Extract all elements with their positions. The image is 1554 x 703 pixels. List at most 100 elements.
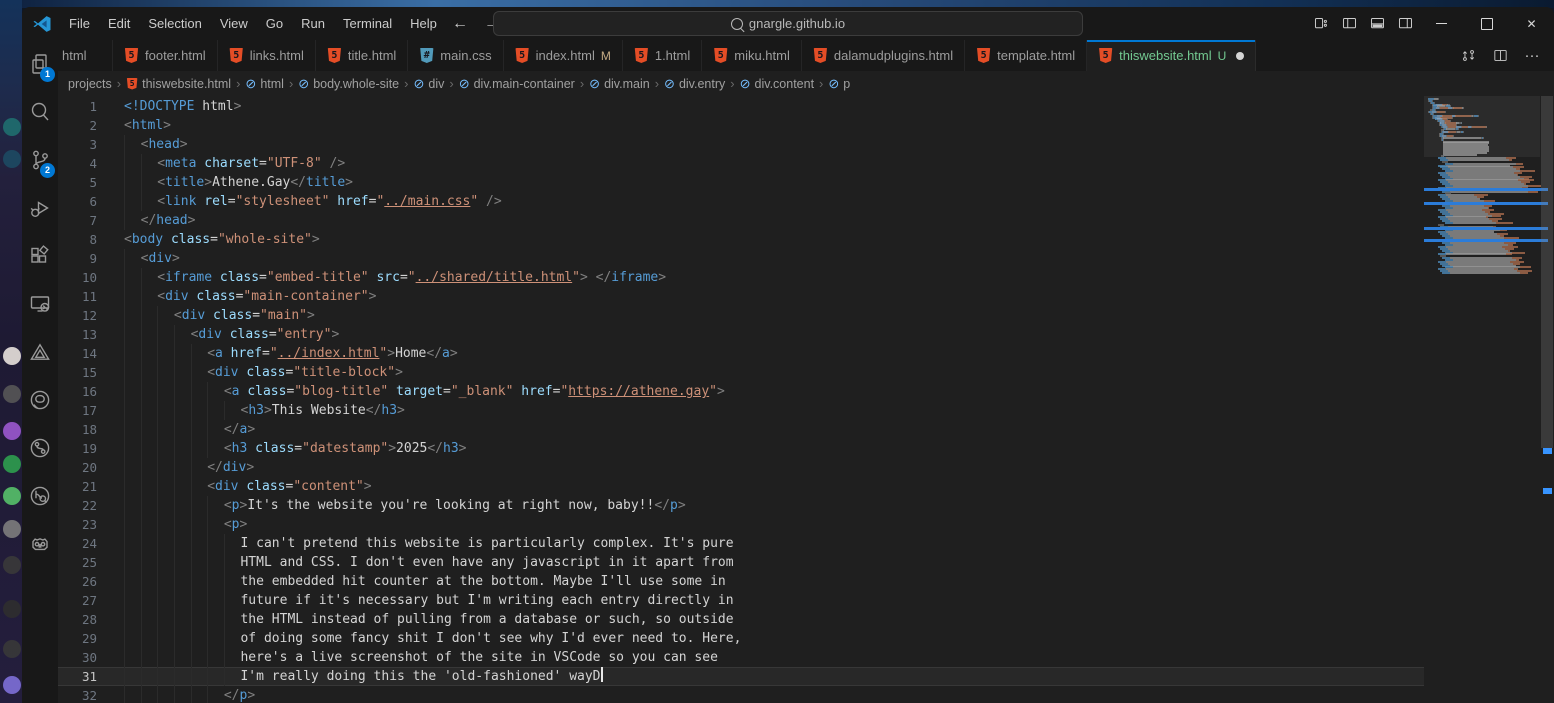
breadcrumb-item[interactable]: ⊘body.whole-site: [298, 77, 399, 91]
tab-title-html[interactable]: 5title.html: [316, 40, 408, 71]
minimap-slider[interactable]: [1424, 96, 1540, 157]
code-line[interactable]: 1<!DOCTYPE html>: [58, 97, 1424, 116]
code-line[interactable]: 29of doing some fancy shit I don't see w…: [58, 629, 1424, 648]
menu-item-run[interactable]: Run: [292, 7, 334, 40]
menu-item-go[interactable]: Go: [257, 7, 292, 40]
breadcrumb-item[interactable]: 5thiswebsite.html: [126, 77, 231, 91]
code-line[interactable]: 6<link rel="stylesheet" href="../main.cs…: [58, 192, 1424, 211]
indent-guide: [141, 420, 158, 439]
activity-item-source-control[interactable]: 2: [22, 136, 58, 184]
indent-guide: [174, 401, 191, 420]
tab-dalamudplugins-html[interactable]: 5dalamudplugins.html: [802, 40, 965, 71]
code-line[interactable]: 27future if it's necessary but I'm writi…: [58, 591, 1424, 610]
code-line[interactable]: 15<div class="title-block">: [58, 363, 1424, 382]
activity-item-triangle-extension[interactable]: [22, 328, 58, 376]
line-number: 15: [58, 363, 97, 382]
breadcrumb-item[interactable]: ⊘div.content: [740, 77, 814, 91]
code-line[interactable]: 30here's a live screenshot of the site i…: [58, 648, 1424, 667]
breadcrumb-item[interactable]: ⊘div: [413, 77, 444, 91]
code-line[interactable]: 31I'm really doing this the 'old-fashion…: [58, 667, 1424, 686]
code-line[interactable]: 23<p>: [58, 515, 1424, 534]
breadcrumb-item[interactable]: ⊘html: [245, 77, 284, 91]
breadcrumb-item[interactable]: ⊘div.main-container: [459, 77, 575, 91]
menu-item-terminal[interactable]: Terminal: [334, 7, 401, 40]
activity-item-github[interactable]: [22, 376, 58, 424]
indent-guide: [124, 458, 141, 477]
activity-item-remote-explorer[interactable]: [22, 280, 58, 328]
code-line[interactable]: 19<h3 class="datestamp">2025</h3>: [58, 439, 1424, 458]
tab-main-css[interactable]: #main.css: [408, 40, 503, 71]
code-line[interactable]: 18</a>: [58, 420, 1424, 439]
code-line[interactable]: 11<div class="main-container">: [58, 287, 1424, 306]
code-line[interactable]: 3<head>: [58, 135, 1424, 154]
toggle-primary-sidebar-button[interactable]: [1335, 7, 1363, 40]
code-line[interactable]: 26the embedded hit counter at the bottom…: [58, 572, 1424, 591]
customize-layout-button[interactable]: [1307, 7, 1335, 40]
code-line[interactable]: 25HTML and CSS. I don't even have any ja…: [58, 553, 1424, 572]
tab-html[interactable]: html: [58, 40, 113, 71]
indent-guide: [174, 572, 191, 591]
code-line[interactable]: 13<div class="entry">: [58, 325, 1424, 344]
tab-footer-html[interactable]: 5footer.html: [113, 40, 218, 71]
menu-item-edit[interactable]: Edit: [99, 7, 139, 40]
code-editor[interactable]: 1<!DOCTYPE html>2<html>3<head>4<meta cha…: [58, 96, 1554, 703]
activity-item-git-graph[interactable]: [22, 424, 58, 472]
indent-guide: [141, 458, 158, 477]
code-line[interactable]: 2<html>: [58, 116, 1424, 135]
code-line[interactable]: 17<h3>This Website</h3>: [58, 401, 1424, 420]
menu-item-file[interactable]: File: [60, 7, 99, 40]
tab-links-html[interactable]: 5links.html: [218, 40, 316, 71]
activity-badge: 2: [40, 163, 55, 178]
activity-item-gitlens[interactable]: [22, 472, 58, 520]
tab-index-html[interactable]: 5index.htmlM: [504, 40, 623, 71]
search-command-center[interactable]: gnargle.github.io: [493, 11, 1083, 36]
code-line[interactable]: 22<p>It's the website you're looking at …: [58, 496, 1424, 515]
indent-guide: [124, 572, 141, 591]
back-button[interactable]: ←: [452, 15, 468, 33]
breadcrumb-item[interactable]: projects: [68, 77, 112, 91]
activity-item-search[interactable]: [22, 88, 58, 136]
toggle-panel-button[interactable]: [1363, 7, 1391, 40]
more-actions-button[interactable]: ···: [1520, 44, 1544, 68]
editor-actions: ···: [1446, 40, 1554, 71]
tab-1-html[interactable]: 51.html: [623, 40, 702, 71]
tab-miku-html[interactable]: 5miku.html: [702, 40, 802, 71]
tab-thiswebsite-html[interactable]: 5thiswebsite.htmlU: [1087, 40, 1256, 71]
code-text: <title>Athene.Gay</title>: [157, 173, 353, 192]
activity-item-extensions[interactable]: [22, 232, 58, 280]
code-line[interactable]: 4<meta charset="UTF-8" />: [58, 154, 1424, 173]
tab-template-html[interactable]: 5template.html: [965, 40, 1087, 71]
close-button[interactable]: ✕: [1509, 7, 1554, 40]
code-line[interactable]: 7</head>: [58, 211, 1424, 230]
code-line[interactable]: 8<body class="whole-site">: [58, 230, 1424, 249]
code-line[interactable]: 20</div>: [58, 458, 1424, 477]
breadcrumb-item[interactable]: ⊘div.entry: [664, 77, 725, 91]
breadcrumb-item[interactable]: ⊘p: [828, 77, 850, 91]
code-line[interactable]: 10<iframe class="embed-title" src="../sh…: [58, 268, 1424, 287]
activity-item-godot-tools[interactable]: [22, 520, 58, 568]
code-line[interactable]: 5<title>Athene.Gay</title>: [58, 173, 1424, 192]
minimize-button[interactable]: [1419, 7, 1464, 40]
menu-item-help[interactable]: Help: [401, 7, 446, 40]
activity-item-run-debug[interactable]: [22, 184, 58, 232]
code-line[interactable]: 12<div class="main">: [58, 306, 1424, 325]
code-line[interactable]: 21<div class="content">: [58, 477, 1424, 496]
line-number: 4: [58, 154, 97, 173]
code-line[interactable]: 16<a class="blog-title" target="_blank" …: [58, 382, 1424, 401]
code-text: <div class="main">: [174, 306, 315, 325]
vertical-scrollbar[interactable]: [1540, 96, 1554, 703]
split-editor-button[interactable]: [1488, 44, 1512, 68]
open-changes-button[interactable]: [1456, 44, 1480, 68]
maximize-button[interactable]: [1464, 7, 1509, 40]
menu-item-selection[interactable]: Selection: [139, 7, 210, 40]
code-line[interactable]: 28the HTML instead of pulling from a dat…: [58, 610, 1424, 629]
code-line[interactable]: 32</p>: [58, 686, 1424, 703]
breadcrumb-item[interactable]: ⊘div.main: [589, 77, 650, 91]
scrollbar-thumb[interactable]: [1541, 96, 1553, 448]
code-line[interactable]: 24I can't pretend this website is partic…: [58, 534, 1424, 553]
code-line[interactable]: 14<a href="../index.html">Home</a>: [58, 344, 1424, 363]
menu-item-view[interactable]: View: [211, 7, 257, 40]
activity-item-explorer[interactable]: 1: [22, 40, 58, 88]
code-line[interactable]: 9<div>: [58, 249, 1424, 268]
toggle-secondary-sidebar-button[interactable]: [1391, 7, 1419, 40]
